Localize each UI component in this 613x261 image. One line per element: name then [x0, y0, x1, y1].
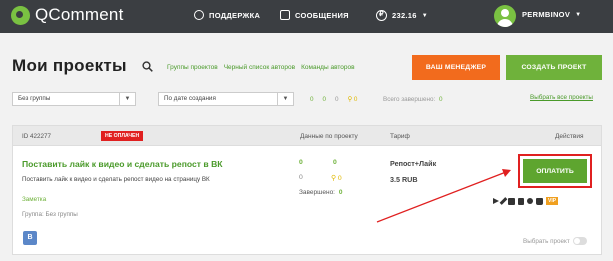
data-value: 0 [333, 159, 337, 166]
count-value: 0 [335, 96, 339, 103]
clipboard-icon[interactable] [508, 197, 515, 205]
user-icon[interactable] [527, 198, 533, 204]
nav-support[interactable]: ПОДДЕРЖКА [194, 10, 260, 20]
action-icons: VIP [493, 197, 559, 205]
create-project-button[interactable]: СОЗДАТЬ ПРОЕКТ [506, 55, 602, 80]
chevron-down-icon: ▼ [575, 11, 582, 18]
status-badge: НЕ ОПЛАЧЕН [101, 131, 144, 141]
nav-balance[interactable]: ₽ 232.16 ▼ [376, 10, 428, 21]
copy-icon[interactable] [518, 197, 524, 205]
data-value-text: 0 [337, 175, 342, 182]
choose-project-toggle[interactable] [572, 237, 587, 245]
group-select[interactable]: Без группы ▼ [12, 92, 136, 106]
search-icon[interactable] [142, 61, 153, 72]
sort-select[interactable]: По дате создания ▼ [158, 92, 294, 106]
project-description: Поставить лайк к видео и сделать репост … [22, 176, 210, 183]
nav-support-label: ПОДДЕРЖКА [209, 10, 261, 20]
nav-user[interactable]: PERMBINOV ▼ [522, 10, 581, 19]
edit-icon[interactable] [499, 197, 508, 205]
logo-mark-icon [11, 5, 30, 25]
lifebuoy-icon [194, 10, 204, 20]
link-project-groups[interactable]: Группы проектов [167, 64, 218, 71]
link-author-teams[interactable]: Команды авторов [301, 64, 354, 71]
username: PERMBINOV [522, 10, 571, 19]
project-completed-label: Завершено: [299, 189, 335, 196]
top-header: QComment ПОДДЕРЖКА СООБЩЕНИЯ ₽ 232.16 ▼ … [0, 0, 613, 33]
message-icon [280, 10, 290, 20]
nav-messages-label: СООБЩЕНИЯ [295, 10, 349, 20]
tariff-price: 3.5 RUB [390, 175, 418, 184]
manager-button[interactable]: ВАШ МЕНЕДЖЕР [412, 55, 500, 80]
data-value: 0 [299, 174, 303, 181]
nav-messages[interactable]: СООБЩЕНИЯ [280, 10, 349, 20]
column-header-actions: Действия [555, 133, 584, 140]
trash-icon[interactable] [536, 197, 543, 205]
count-value: ⚲ 0 [348, 96, 358, 103]
coin-icon: ⚲ [347, 96, 353, 103]
choose-project-label: Выбрать проект [523, 237, 570, 245]
choose-project[interactable]: Выбрать проект [523, 237, 587, 245]
total-completed: Всего завершено: 0 [383, 96, 442, 103]
tariff-name: Репост+Лайк [390, 159, 437, 168]
chevron-down-icon: ▼ [421, 12, 428, 19]
data-value: ⚲ 0 [331, 174, 342, 182]
select-all-link[interactable]: Выбрать все проекты [530, 94, 593, 101]
project-group: Группа: Без группы [22, 211, 78, 218]
project-completed-value: 0 [338, 189, 343, 196]
sort-select-value: По дате создания [164, 95, 216, 102]
project-links: Группы проектов Черный список авторов Ко… [167, 64, 355, 71]
note-link[interactable]: Заметка [22, 196, 46, 203]
chevron-down-icon: ▼ [119, 93, 135, 105]
column-header-data: Данные по проекту [300, 133, 358, 140]
balance-value: 232.16 [392, 11, 417, 20]
data-value: 0 [299, 159, 303, 166]
count-value: 0 [310, 96, 314, 103]
coin-icon: ⚲ [331, 175, 336, 182]
total-completed-label: Всего завершено: [383, 96, 436, 103]
vk-icon: В [23, 231, 37, 245]
count-value-text: 0 [353, 96, 358, 103]
project-title[interactable]: Поставить лайк к видео и сделать репост … [22, 159, 223, 169]
project-completed: Завершено: 0 [299, 189, 342, 196]
count-value: 0 [322, 96, 327, 103]
total-completed-value: 0 [438, 96, 443, 103]
page-title: Мои проекты [12, 56, 127, 75]
filter-counts: 0 0 0 ⚲ 0 [310, 96, 357, 103]
pay-button[interactable]: ОПЛАТИТЬ [523, 159, 587, 183]
project-card-header: ID 422277 НЕ ОПЛАЧЕН Данные по проекту Т… [13, 126, 601, 146]
group-select-value: Без группы [18, 95, 51, 102]
logo[interactable]: QComment [11, 5, 124, 25]
avatar[interactable] [494, 5, 516, 27]
play-icon[interactable] [493, 198, 499, 204]
chevron-down-icon: ▼ [277, 93, 293, 105]
link-author-blacklist[interactable]: Черный список авторов [224, 64, 295, 71]
column-header-tariff: Тариф [390, 133, 410, 140]
vip-badge[interactable]: VIP [546, 197, 559, 205]
project-card: ID 422277 НЕ ОПЛАЧЕН Данные по проекту Т… [12, 125, 602, 255]
ruble-coin-icon: ₽ [376, 10, 387, 21]
project-id: ID 422277 [22, 133, 52, 140]
logo-text: QComment [35, 5, 124, 24]
